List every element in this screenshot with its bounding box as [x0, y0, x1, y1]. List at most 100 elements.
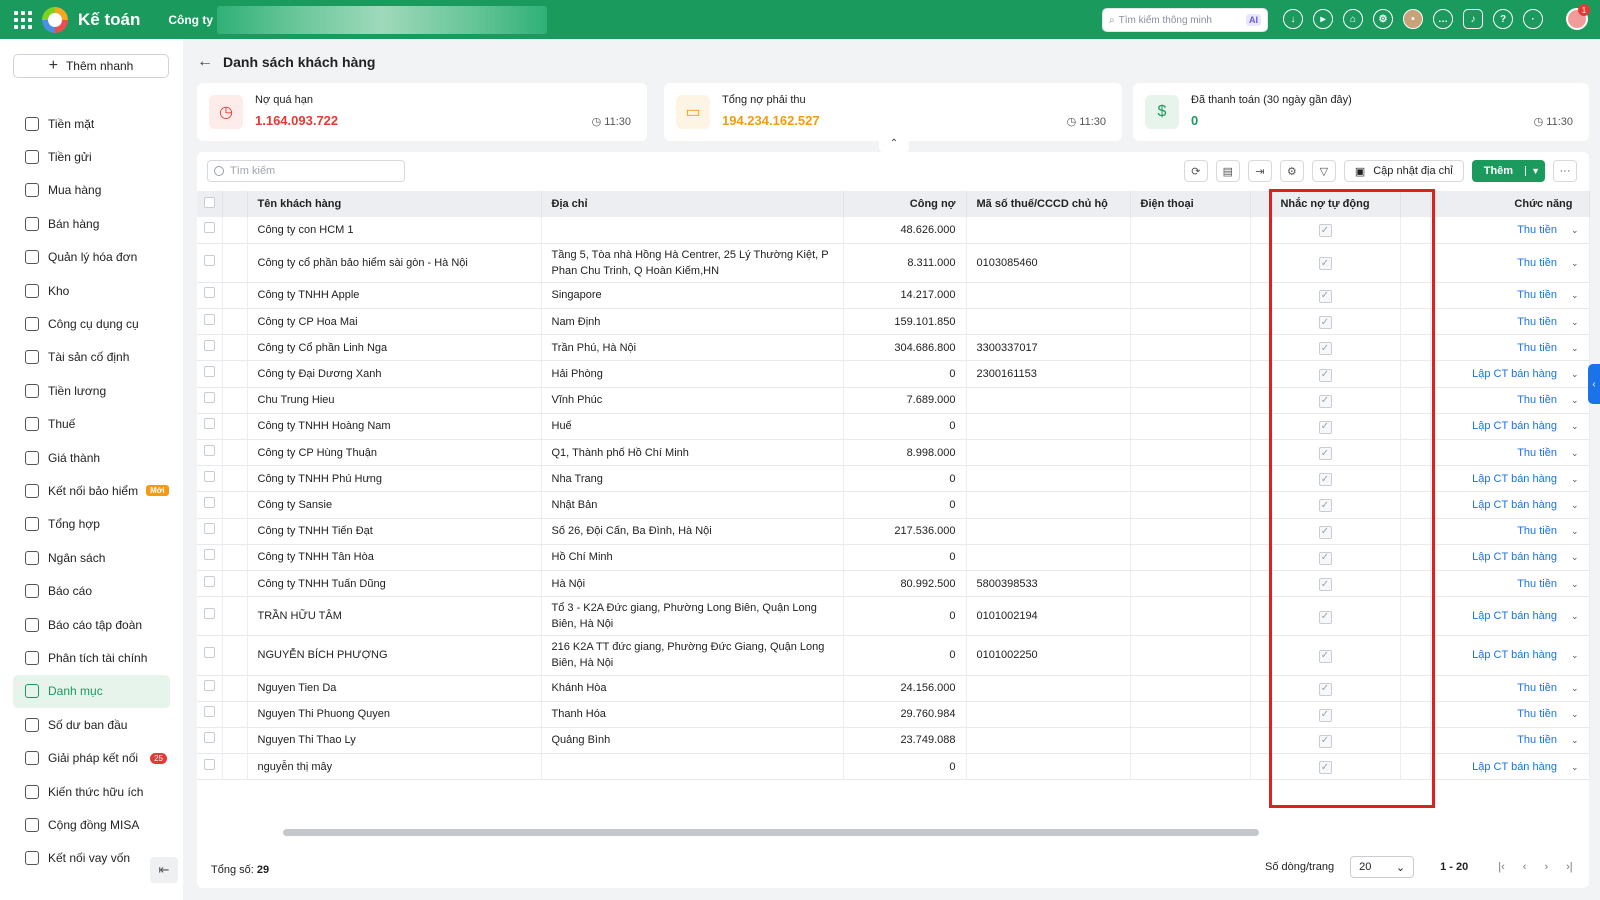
sidebar-item[interactable]: Báo cáo tập đoàn — [13, 608, 170, 641]
chevron-down-icon[interactable]: ⌄ — [1571, 650, 1579, 660]
row-action-link[interactable]: Thu tiền — [1517, 525, 1557, 537]
row-select-cell[interactable] — [197, 518, 223, 545]
rows-per-page-select[interactable]: 20 ⌄ — [1350, 856, 1415, 878]
cell-name[interactable]: Công ty TNHH Tiến Đạt — [247, 518, 542, 545]
chevron-down-icon[interactable]: ▼ — [1525, 166, 1545, 176]
sidebar-item[interactable]: Quản lý hóa đơn — [13, 241, 170, 274]
sidebar-item[interactable]: Kết nối bảo hiểm Mới — [13, 474, 170, 507]
sidebar-item[interactable]: Kho — [13, 274, 170, 307]
sidebar-item[interactable]: Tiền gửi — [13, 140, 170, 173]
update-address-button[interactable]: ▣ Cập nhật địa chỉ — [1343, 160, 1464, 182]
more-options-icon[interactable]: ··· — [1553, 160, 1577, 182]
row-checkbox[interactable] — [204, 732, 215, 744]
row-action-link[interactable]: Lập CT bán hàng — [1472, 473, 1557, 485]
add-button[interactable]: Thêm ▼ — [1471, 160, 1545, 182]
row-action-link[interactable]: Lập CT bán hàng — [1472, 551, 1557, 563]
next-page-icon[interactable]: › — [1544, 861, 1548, 873]
row-select-cell[interactable] — [197, 465, 223, 493]
sidebar-item[interactable]: Cộng đồng MISA — [13, 808, 170, 841]
sidebar-item[interactable]: Số dư ban đầu — [13, 708, 170, 741]
row-action-link[interactable]: Thu tiền — [1517, 734, 1557, 746]
cell-name[interactable]: Chu Trung Hieu — [247, 387, 542, 414]
sidebar-item[interactable]: Tiền lương — [13, 374, 170, 407]
app-grid-icon[interactable] — [12, 9, 34, 31]
col-header-debt[interactable]: Công nợ — [843, 191, 967, 217]
cell-name[interactable]: NGUYỄN BÍCH PHƯỢNG — [247, 635, 542, 676]
chevron-down-icon[interactable]: ⌄ — [1571, 735, 1579, 745]
chevron-down-icon[interactable]: ⌄ — [1571, 290, 1579, 300]
refresh-icon[interactable]: ⟳ — [1183, 160, 1208, 182]
row-action-link[interactable]: Lập CT bán hàng — [1472, 610, 1557, 622]
back-arrow-icon[interactable]: ← — [197, 53, 213, 71]
filter-icon[interactable]: ▽ — [1311, 160, 1336, 182]
row-action-link[interactable]: Thu tiền — [1517, 342, 1557, 354]
export-icon[interactable]: ⇥ — [1247, 160, 1272, 182]
row-select-cell[interactable] — [197, 360, 223, 388]
row-select-cell[interactable] — [197, 570, 223, 598]
row-checkbox[interactable] — [204, 523, 215, 535]
select-all-cell[interactable] — [197, 191, 223, 217]
chevron-down-icon[interactable]: ⌄ — [1571, 474, 1579, 484]
settings-icon[interactable]: ⚙ — [1373, 9, 1393, 29]
row-checkbox[interactable] — [204, 549, 215, 561]
row-checkbox[interactable] — [204, 313, 215, 325]
avatar-small-icon[interactable]: • — [1403, 9, 1423, 29]
row-checkbox[interactable] — [204, 392, 215, 404]
last-page-icon[interactable]: ›| — [1566, 861, 1573, 873]
col-header-tax[interactable]: Mã số thuế/CCCD chủ hộ — [966, 191, 1131, 217]
support-icon[interactable]: ⌂ — [1343, 9, 1363, 29]
chevron-down-icon[interactable]: ⌄ — [1571, 421, 1579, 431]
sidebar-item[interactable]: Danh mục — [13, 674, 170, 709]
sidebar-item[interactable]: Bán hàng — [13, 207, 170, 240]
row-checkbox[interactable] — [204, 287, 215, 299]
row-action-link[interactable]: Thu tiền — [1517, 224, 1557, 236]
row-checkbox[interactable] — [204, 647, 215, 659]
row-action-link[interactable]: Lập CT bán hàng — [1472, 368, 1557, 380]
chevron-down-icon[interactable]: ⌄ — [1571, 683, 1579, 693]
sidebar-item[interactable]: Tiền mặt — [13, 107, 170, 140]
cell-name[interactable]: Công ty cổ phần bảo hiểm sài gòn - Hà Nộ… — [247, 243, 542, 283]
row-checkbox[interactable] — [204, 758, 215, 770]
chevron-down-icon[interactable]: ⌄ — [1571, 709, 1579, 719]
cell-name[interactable]: Nguyen Thi Phuong Quyen — [247, 701, 542, 728]
row-select-cell[interactable] — [197, 217, 223, 244]
collapse-cards-icon[interactable]: ⌃ — [879, 139, 909, 152]
row-action-link[interactable]: Lập CT bán hàng — [1472, 499, 1557, 511]
row-select-cell[interactable] — [197, 753, 223, 781]
row-select-cell[interactable] — [197, 701, 223, 728]
row-action-link[interactable]: Thu tiền — [1517, 708, 1557, 720]
settings-icon[interactable]: ⚙ — [1279, 160, 1304, 182]
chevron-down-icon[interactable]: ⌄ — [1571, 500, 1579, 510]
row-select-cell[interactable] — [197, 243, 223, 283]
row-action-link[interactable]: Thu tiền — [1517, 394, 1557, 406]
col-header-phone[interactable]: Điện thoại — [1130, 191, 1251, 217]
play-icon[interactable]: ▸ — [1313, 9, 1333, 29]
quick-add-button[interactable]: + Thêm nhanh — [13, 54, 169, 78]
format-paint-icon[interactable]: ▤ — [1215, 160, 1240, 182]
chevron-down-icon[interactable]: ⌄ — [1571, 317, 1579, 327]
side-panel-toggle-icon[interactable]: ‹ — [1588, 364, 1600, 404]
row-select-cell[interactable] — [197, 282, 223, 310]
smart-search-input[interactable]: ⌕ Tìm kiếm thông minh AI — [1102, 8, 1268, 32]
bell-icon[interactable]: ♪ — [1463, 9, 1483, 29]
chevron-down-icon[interactable]: ⌄ — [1571, 552, 1579, 562]
row-action-link[interactable]: Thu tiền — [1517, 257, 1557, 269]
cell-name[interactable]: Công ty TNHH Phú Hưng — [247, 465, 542, 493]
row-action-link[interactable]: Lập CT bán hàng — [1472, 761, 1557, 773]
cell-name[interactable]: Công ty CP Hùng Thuận — [247, 439, 542, 467]
first-page-icon[interactable]: |‹ — [1498, 861, 1505, 873]
sidebar-item[interactable]: Tổng hợp — [13, 508, 170, 541]
chevron-down-icon[interactable]: ⌄ — [1571, 258, 1579, 268]
cell-name[interactable]: TRẦN HỮU TÂM — [247, 596, 542, 637]
help-icon[interactable]: ? — [1493, 9, 1513, 29]
chevron-down-icon[interactable]: ⌄ — [1571, 448, 1579, 458]
cell-name[interactable]: Công ty TNHH Hoàng Nam — [247, 413, 542, 441]
sidebar-item[interactable]: Thuế — [13, 408, 170, 441]
cell-name[interactable]: Nguyen Tien Da — [247, 675, 542, 702]
chevron-down-icon[interactable]: ⌄ — [1571, 762, 1579, 772]
row-action-link[interactable]: Thu tiền — [1517, 447, 1557, 459]
chat-icon[interactable]: … — [1433, 9, 1453, 29]
sidebar-item[interactable]: Công cụ dụng cụ — [13, 307, 170, 340]
row-checkbox[interactable] — [204, 496, 215, 508]
row-action-link[interactable]: Lập CT bán hàng — [1472, 649, 1557, 661]
